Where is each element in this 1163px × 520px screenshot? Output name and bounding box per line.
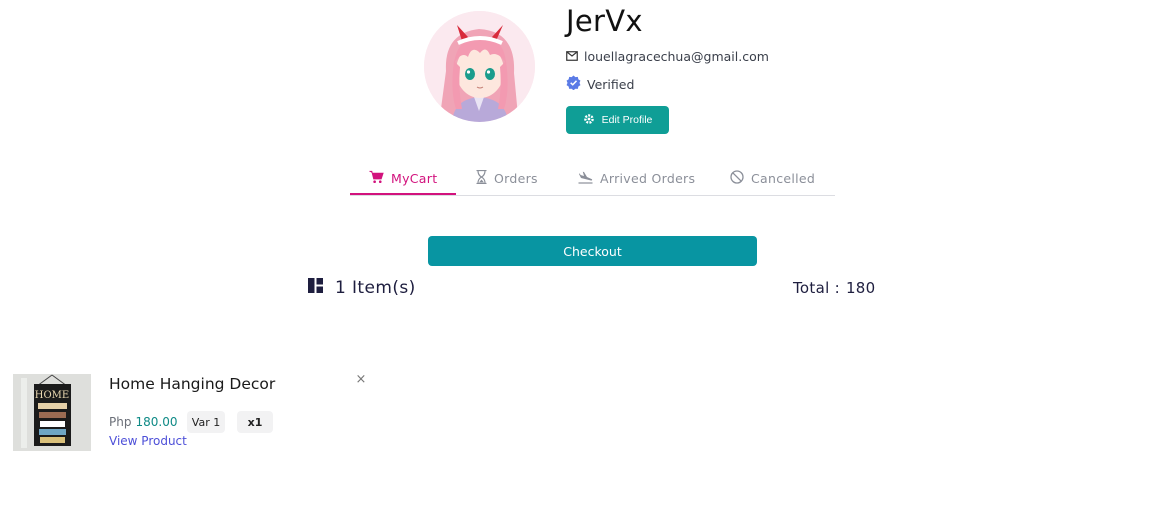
hourglass-icon: [476, 169, 487, 187]
tab-mycart[interactable]: MyCart: [369, 163, 437, 194]
items-count-label: 1 Item(s): [335, 278, 416, 298]
edit-profile-button[interactable]: Edit Profile: [566, 106, 669, 134]
tab-arrived-orders[interactable]: Arrived Orders: [578, 163, 695, 194]
tab-mycart-label: MyCart: [391, 171, 438, 186]
product-name: Home Hanging Decor: [109, 375, 276, 393]
verified-label: Verified: [587, 76, 635, 92]
price-value: 180.00: [135, 415, 178, 429]
verified-badge-icon: [566, 75, 581, 93]
profile-avatar: [424, 11, 535, 122]
price-currency: Php: [109, 415, 132, 429]
total-label: Total :: [793, 279, 840, 297]
tab-cancelled-label: Cancelled: [751, 171, 816, 186]
cart-total: Total : 180: [793, 277, 876, 299]
cancel-icon: [730, 170, 744, 187]
order-tabs: MyCart Orders Arrived Orders Cancelled: [350, 163, 835, 196]
dashboard-icon: [308, 278, 323, 298]
tab-arrived-orders-label: Arrived Orders: [600, 171, 696, 186]
variant-chip: Var 1: [187, 411, 225, 433]
profile-email: louellagracechua@gmail.com: [584, 48, 769, 64]
profile-verified-row: Verified: [566, 75, 635, 93]
tab-cancelled[interactable]: Cancelled: [730, 163, 815, 194]
total-value: 180: [845, 279, 876, 297]
profile-email-row: louellagracechua@gmail.com: [566, 48, 769, 64]
product-price: Php 180.00: [109, 411, 177, 433]
plane-landing-icon: [578, 171, 593, 187]
active-tab-indicator: [350, 193, 456, 195]
cart-icon: [369, 170, 384, 187]
svg-text:HOME: HOME: [35, 390, 69, 401]
gear-icon: [583, 113, 595, 128]
cart-items-count: 1 Item(s): [308, 277, 416, 299]
quantity-chip: x1: [237, 411, 273, 433]
tab-orders-label: Orders: [494, 171, 538, 186]
product-thumbnail[interactable]: HOME: [13, 374, 91, 451]
tab-orders[interactable]: Orders: [476, 163, 538, 194]
edit-profile-label: Edit Profile: [601, 114, 653, 126]
profile-username: JerVx: [566, 4, 643, 38]
checkout-button[interactable]: Checkout: [428, 236, 757, 266]
remove-item-button[interactable]: ×: [355, 373, 367, 387]
mail-icon: [566, 49, 578, 64]
view-product-link[interactable]: View Product: [109, 434, 187, 448]
